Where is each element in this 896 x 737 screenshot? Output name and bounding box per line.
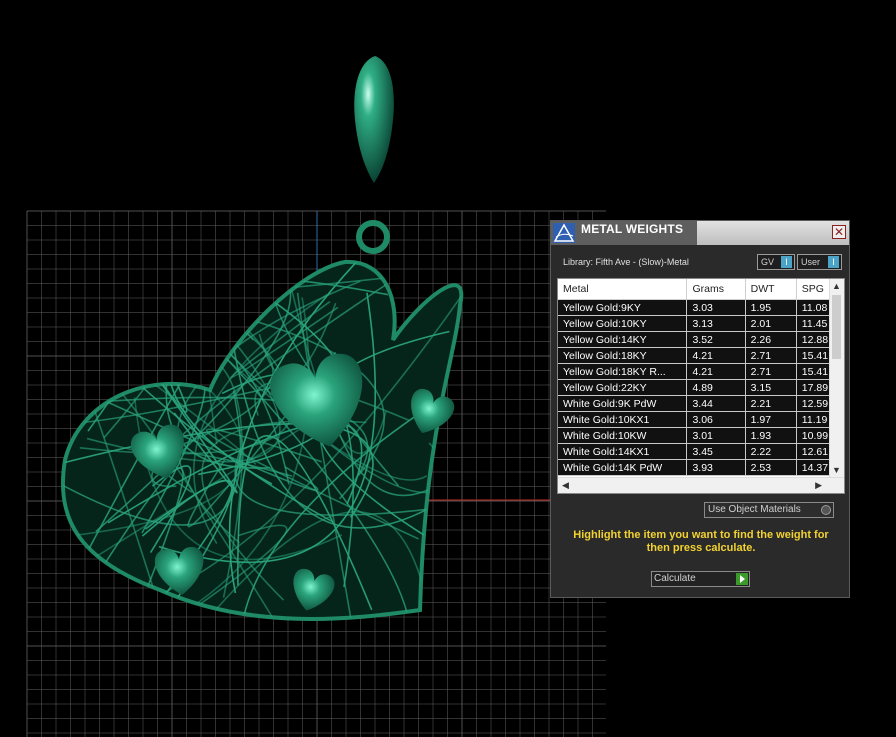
scroll-down-icon[interactable]: ▼ (832, 465, 841, 475)
table-cell: 4.21 (686, 363, 746, 380)
wire-heart-cage-model (60, 259, 464, 621)
table-row[interactable]: Yellow Gold:18KY R... 4.21 2.71 15.41 (558, 363, 829, 380)
table-cell: 12.59 (796, 395, 829, 412)
table-cell: 3.15 (745, 379, 797, 396)
gv-toggle[interactable]: GV I (757, 254, 795, 270)
table-cell: White Gold:14KX1 (558, 443, 688, 460)
table-row[interactable]: White Gold:10KX1 3.06 1.97 11.19 (558, 411, 829, 428)
table-row[interactable]: Yellow Gold:14KY 3.52 2.26 12.88 (558, 331, 829, 348)
scroll-right-icon[interactable]: ▶ (815, 480, 822, 491)
table-cell: 2.71 (745, 347, 797, 364)
table-row[interactable]: Yellow Gold:9KY 3.03 1.95 11.08 (558, 299, 829, 316)
table-cell: 11.08 (796, 299, 829, 316)
column-header-metal[interactable]: Metal (558, 279, 688, 300)
table-cell: 11.19 (796, 411, 829, 428)
radio-indicator-icon (821, 505, 831, 515)
table-cell: 1.97 (745, 411, 797, 428)
table-cell: 10.99 (796, 427, 829, 444)
panel-titlebar[interactable]: METAL WEIGHTS ✕ (551, 221, 849, 245)
table-row[interactable]: Yellow Gold:10KY 3.13 2.01 11.45 (558, 315, 829, 332)
table-row[interactable]: Yellow Gold:22KY 4.89 3.15 17.89 (558, 379, 829, 396)
column-header-dwt[interactable]: DWT (745, 279, 797, 300)
table-vertical-scrollbar[interactable]: ▲ ▼ (829, 279, 844, 477)
user-toggle-indicator: I (828, 256, 839, 268)
metal-weights-panel: METAL WEIGHTS ✕ Library: Fifth Ave - (Sl… (550, 220, 850, 598)
table-row[interactable]: White Gold:9K PdW 3.44 2.21 12.59 (558, 395, 829, 412)
table-cell: 2.53 (745, 459, 797, 476)
table-row[interactable]: White Gold:14KX1 3.45 2.22 12.61 (558, 443, 829, 460)
table-cell: Yellow Gold:14KY (558, 331, 688, 348)
user-toggle[interactable]: User I (797, 254, 842, 270)
table-row[interactable]: White Gold:14K PdW 3.93 2.53 14.37 (558, 459, 829, 476)
column-header-grams[interactable]: Grams (686, 279, 746, 300)
table-cell: Yellow Gold:9KY (558, 299, 688, 316)
table-cell: White Gold:14K PdW (558, 459, 688, 476)
table-cell: 2.21 (745, 395, 797, 412)
table-cell: Yellow Gold:10KY (558, 315, 688, 332)
table-cell: 4.21 (686, 347, 746, 364)
table-cell: 12.88 (796, 331, 829, 348)
panel-title: METAL WEIGHTS (581, 222, 684, 236)
metal-table: Metal Grams DWT SPG Yellow Gold:9KY 3.03 1… (557, 278, 845, 494)
table-row[interactable]: Yellow Gold:18KY 4.21 2.71 15.41 (558, 347, 829, 364)
table-cell: 2.71 (745, 363, 797, 380)
table-cell: 15.41 (796, 363, 829, 380)
table-cell: 3.44 (686, 395, 746, 412)
table-cell: 2.01 (745, 315, 797, 332)
use-object-materials-label: Use Object Materials (708, 504, 801, 515)
table-cell: 3.06 (686, 411, 746, 428)
table-cell: Yellow Gold:18KY (558, 347, 688, 364)
table-cell: 17.89 (796, 379, 829, 396)
gv-toggle-indicator: I (781, 256, 792, 268)
table-cell: 4.89 (686, 379, 746, 396)
table-cell: White Gold:10KW (558, 427, 688, 444)
table-cell: 3.03 (686, 299, 746, 316)
table-cell: 1.93 (745, 427, 797, 444)
scroll-up-icon[interactable]: ▲ (832, 281, 841, 291)
table-cell: 15.41 (796, 347, 829, 364)
scroll-left-icon[interactable]: ◀ (562, 480, 569, 491)
instruction-text: Highlight the item you want to find the … (573, 529, 829, 554)
table-cell: Yellow Gold:22KY (558, 379, 688, 396)
table-header-row: Metal Grams DWT SPG (558, 279, 829, 300)
app-logo-icon (553, 223, 575, 243)
table-cell: 14.37 (796, 459, 829, 476)
table-cell: White Gold:9K PdW (558, 395, 688, 412)
table-cell: 3.52 (686, 331, 746, 348)
table-cell: 1.95 (745, 299, 797, 316)
user-toggle-label: User (801, 257, 821, 267)
table-cell: 3.01 (686, 427, 746, 444)
table-cell: 3.13 (686, 315, 746, 332)
play-icon (736, 573, 748, 585)
drop-bail-model (354, 56, 394, 183)
library-label: Library: Fifth Ave - (Slow)-Metal (563, 257, 689, 267)
table-cell: 12.61 (796, 443, 829, 460)
calculate-button[interactable]: Calculate (651, 571, 750, 587)
table-row[interactable]: White Gold:10KW 3.01 1.93 10.99 (558, 427, 829, 444)
table-cell: 11.45 (796, 315, 829, 332)
table-cell: 2.22 (745, 443, 797, 460)
gv-toggle-label: GV (761, 257, 775, 267)
close-button[interactable]: ✕ (832, 225, 846, 239)
jump-ring-model (356, 220, 390, 254)
column-header-spg[interactable]: SPG (796, 279, 829, 300)
table-horizontal-scrollbar[interactable]: ◀ ▶ (558, 477, 844, 493)
table-cell: 3.45 (686, 443, 746, 460)
calculate-label: Calculate (654, 573, 696, 584)
table-cell: 2.26 (745, 331, 797, 348)
table-cell: 3.93 (686, 459, 746, 476)
vertical-scroll-thumb[interactable] (832, 295, 841, 359)
table-cell: Yellow Gold:18KY R... (558, 363, 688, 380)
use-object-materials-toggle[interactable]: Use Object Materials (704, 502, 834, 518)
table-cell: White Gold:10KX1 (558, 411, 688, 428)
